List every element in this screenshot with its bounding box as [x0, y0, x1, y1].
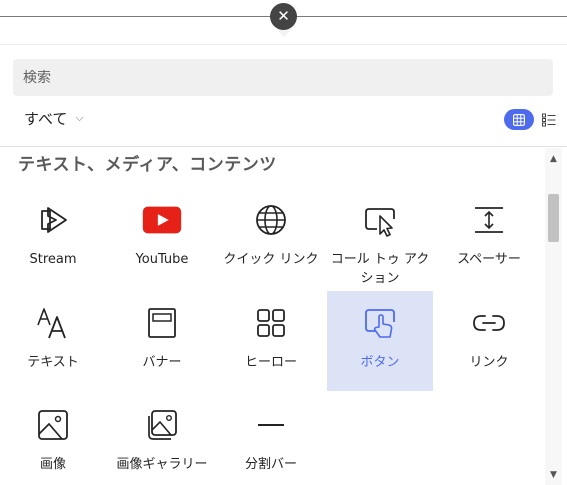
list-view-button[interactable]	[540, 111, 558, 129]
tile-youtube[interactable]: YouTube	[109, 188, 215, 288]
link-icon	[473, 315, 505, 331]
tile-spacer[interactable]: スペーサー	[436, 188, 542, 288]
tile-label: Stream	[29, 252, 77, 267]
image-icon	[38, 410, 68, 440]
tile-label: YouTube	[135, 252, 189, 267]
scroll-down-arrow-icon[interactable]: ▼	[548, 470, 559, 480]
search-input[interactable]	[13, 59, 553, 96]
tile-label: コール トゥ アクション	[330, 252, 430, 286]
tile-label: 画像ギャラリー	[116, 457, 208, 472]
call-to-action-icon	[365, 208, 395, 237]
tile-label: 画像	[39, 457, 66, 472]
header-separator	[0, 146, 567, 147]
tile-divider[interactable]: 分割バー	[218, 393, 324, 485]
tile-label: 分割バー	[244, 457, 297, 472]
grid-view-button[interactable]	[504, 109, 534, 130]
close-icon: ✕	[277, 7, 290, 25]
tile-label: リンク	[469, 355, 509, 370]
toolbox-panel: ✕ すべて ⌵ テキスト、メディア	[0, 0, 567, 485]
filter-label: すべて	[24, 109, 68, 128]
section-title: テキスト、メディア、コンテンツ	[18, 155, 277, 175]
tile-stream[interactable]: Stream	[0, 188, 106, 288]
panel-top-edge	[0, 44, 567, 45]
youtube-icon	[142, 206, 182, 234]
hero-icon	[257, 309, 285, 337]
list-icon	[542, 113, 556, 126]
banner-icon	[148, 308, 176, 338]
tile-text[interactable]: テキスト	[0, 291, 106, 391]
stream-icon	[41, 207, 67, 233]
tile-hero[interactable]: ヒーロー	[218, 291, 324, 391]
image-gallery-icon	[148, 410, 177, 440]
text-icon	[37, 308, 66, 339]
close-button[interactable]: ✕	[270, 3, 297, 30]
tile-label: バナー	[142, 355, 182, 370]
tile-call-to-action[interactable]: コール トゥ アクション	[327, 188, 433, 288]
tile-quick-links[interactable]: クイック リンク	[218, 188, 324, 288]
globe-icon	[256, 205, 286, 235]
tile-label: テキスト	[27, 355, 79, 370]
tile-banner[interactable]: バナー	[109, 291, 215, 391]
button-icon	[365, 309, 395, 338]
category-filter-dropdown[interactable]: すべて ⌵	[24, 108, 84, 128]
tile-label: クイック リンク	[223, 252, 319, 267]
tile-button[interactable]: ボタン	[327, 291, 433, 391]
tile-label: ボタン	[360, 355, 400, 370]
tile-label: スペーサー	[457, 252, 521, 267]
scroll-up-arrow-icon[interactable]: ▲	[548, 154, 559, 164]
spacer-icon	[475, 207, 503, 233]
scrollbar-thumb[interactable]	[548, 194, 559, 242]
tile-image[interactable]: 画像	[0, 393, 106, 485]
callout-pointer	[276, 29, 292, 37]
divider-icon	[258, 424, 284, 426]
tile-image-gallery[interactable]: 画像ギャラリー	[109, 393, 215, 485]
grid-icon	[513, 113, 525, 126]
chevron-down-icon: ⌵	[75, 111, 84, 124]
tile-label: ヒーロー	[244, 355, 297, 370]
view-toggle	[504, 109, 558, 130]
tile-link[interactable]: リンク	[436, 291, 542, 391]
